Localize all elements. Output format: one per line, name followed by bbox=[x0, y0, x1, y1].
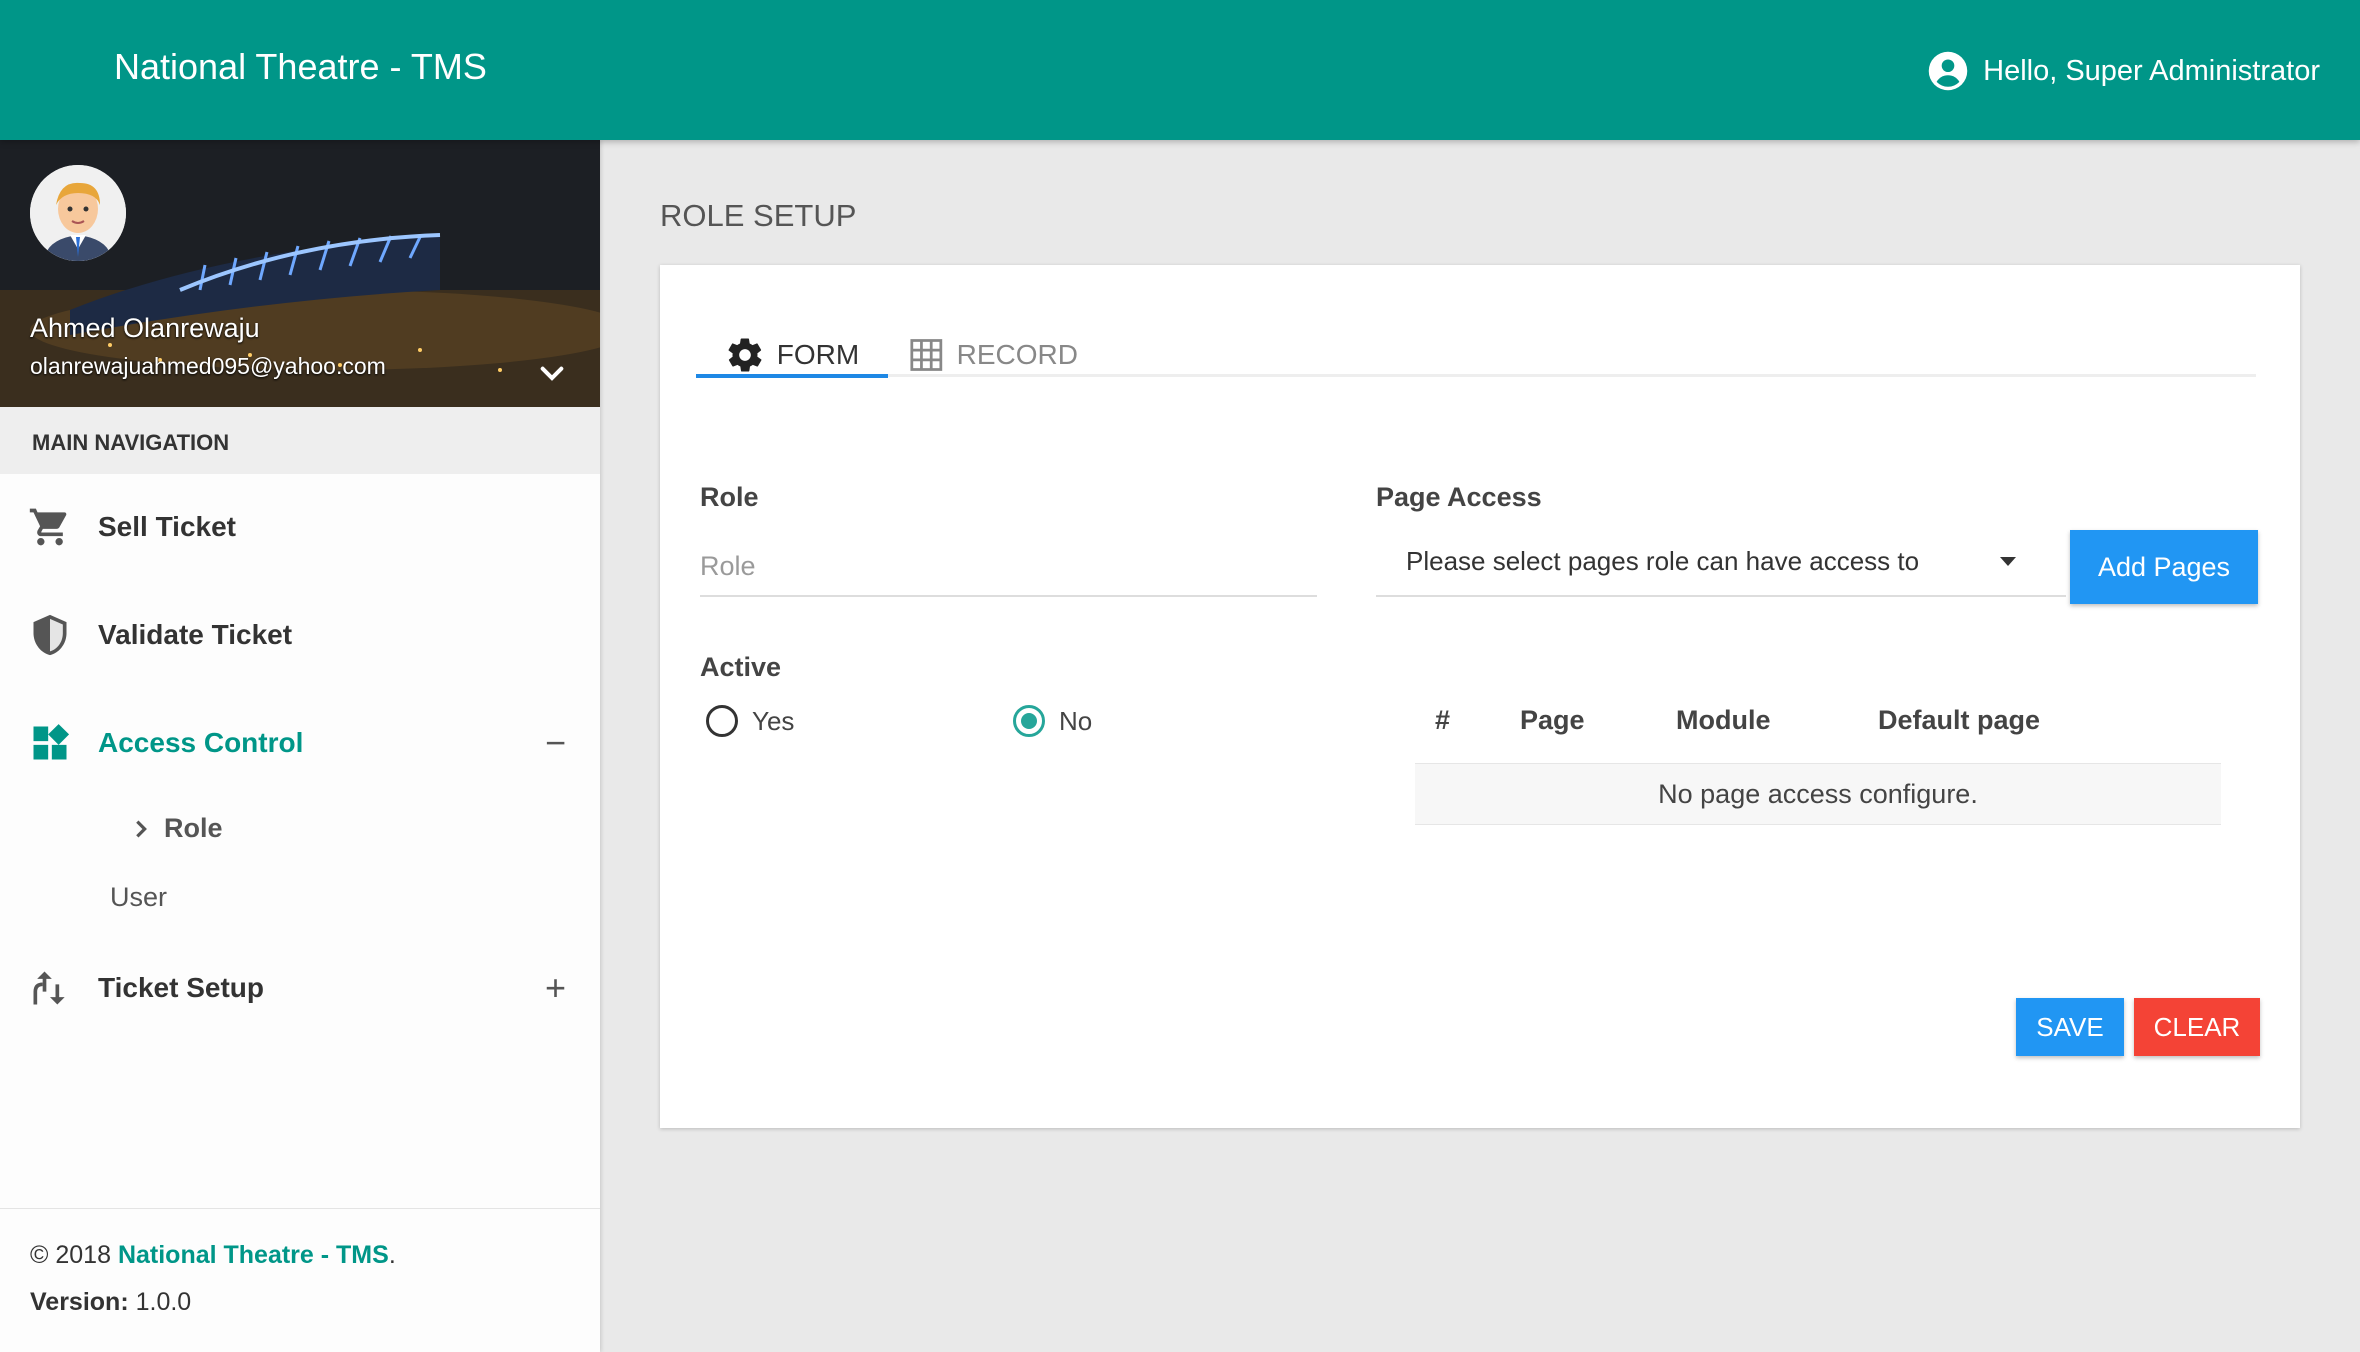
version-label: Version: bbox=[30, 1288, 129, 1316]
sidebar-footer: © 2018 National Theatre - TMS. Version: … bbox=[0, 1208, 600, 1352]
sidebar-item-ticket-setup[interactable]: Ticket Setup + bbox=[0, 958, 600, 1018]
tab-label: FORM bbox=[776, 339, 860, 370]
radio-circle bbox=[1013, 705, 1045, 737]
radio-label: No bbox=[1059, 705, 1093, 736]
add-pages-button[interactable]: Add Pages bbox=[2070, 530, 2258, 604]
sidebar-item-sell-ticket[interactable]: Sell Ticket bbox=[0, 497, 600, 557]
copyright-text: © 2018 bbox=[30, 1241, 118, 1269]
account-circle-icon bbox=[1928, 51, 1968, 91]
tab-label: RECORD bbox=[956, 339, 1078, 370]
gear-icon bbox=[728, 338, 762, 372]
chevron-right-icon bbox=[136, 820, 147, 837]
top-app-bar: National Theatre - TMS Hello, Super Admi… bbox=[0, 0, 2360, 140]
chevron-down-icon[interactable] bbox=[536, 358, 568, 390]
radio-label: Yes bbox=[752, 705, 795, 736]
profile-email: olanrewajuahmed095@yahoo.com bbox=[30, 353, 386, 379]
cart-icon bbox=[29, 508, 67, 546]
clear-button[interactable]: CLEAR bbox=[2134, 998, 2260, 1056]
role-input[interactable] bbox=[700, 537, 1317, 597]
sidebar-item-label: Sell Ticket bbox=[98, 511, 237, 542]
radio-circle bbox=[706, 705, 738, 737]
sidebar-subitem-user[interactable]: User bbox=[110, 882, 167, 913]
grid-icon bbox=[910, 339, 943, 371]
column-header-default-page: Default page bbox=[1878, 705, 2041, 735]
sidebar-item-label: Ticket Setup bbox=[98, 972, 264, 1003]
user-menu[interactable]: Hello, Super Administrator bbox=[1927, 50, 2320, 92]
footer-brand-link[interactable]: National Theatre - TMS bbox=[118, 1241, 389, 1269]
sidebar-item-access-control[interactable]: Access Control − bbox=[0, 713, 600, 773]
tab-record[interactable]: RECORD bbox=[908, 333, 1078, 377]
tab-bar: FORM RECORD bbox=[696, 333, 2256, 378]
active-label: Active bbox=[700, 652, 782, 682]
version-value: 1.0.0 bbox=[128, 1288, 192, 1316]
sidebar: Ahmed Olanrewaju olanrewajuahmed095@yaho… bbox=[0, 140, 600, 1352]
avatar-illustration bbox=[30, 165, 126, 261]
save-button[interactable]: SAVE bbox=[2016, 998, 2124, 1056]
caret-down-icon bbox=[2000, 557, 2016, 566]
active-tab-indicator bbox=[696, 374, 888, 378]
profile-name: Ahmed Olanrewaju bbox=[30, 313, 260, 343]
footer-dot: . bbox=[388, 1241, 396, 1269]
page-access-label: Page Access bbox=[1376, 482, 1542, 512]
sidebar-subitem-role[interactable]: Role bbox=[130, 813, 223, 844]
role-setup-card: FORM RECORD Role Active Yes No Page Acce… bbox=[660, 265, 2300, 1128]
widgets-icon bbox=[33, 724, 70, 760]
greeting-text: Hello, Super Administrator bbox=[1983, 54, 2320, 87]
select-value: Please select pages role can have access… bbox=[1406, 545, 1920, 576]
collapse-toggle[interactable]: − bbox=[545, 725, 566, 761]
page-access-select[interactable]: Please select pages role can have access… bbox=[1376, 527, 2066, 597]
avatar[interactable] bbox=[30, 165, 126, 261]
sidebar-item-label: Validate Ticket bbox=[98, 619, 293, 650]
sidebar-item-validate-ticket[interactable]: Validate Ticket bbox=[0, 605, 600, 665]
swap-icon bbox=[33, 971, 65, 1005]
column-header-module: Module bbox=[1676, 705, 1771, 735]
active-no-radio[interactable]: No bbox=[1013, 705, 1092, 737]
user-profile-banner: Ahmed Olanrewaju olanrewajuahmed095@yaho… bbox=[0, 140, 600, 407]
expand-toggle[interactable]: + bbox=[545, 970, 566, 1006]
nav-section-header: MAIN NAVIGATION bbox=[0, 407, 600, 474]
version-line: Version: 1.0.0 bbox=[30, 1288, 570, 1317]
table-empty-row: No page access configure. bbox=[1415, 763, 2221, 825]
sidebar-subitem-label: Role bbox=[164, 813, 223, 843]
page-title: ROLE SETUP bbox=[660, 198, 857, 233]
tab-form[interactable]: FORM bbox=[696, 333, 888, 377]
active-yes-radio[interactable]: Yes bbox=[706, 705, 794, 737]
column-header-number: # bbox=[1435, 705, 1451, 735]
sidebar-item-label: Access Control bbox=[98, 727, 304, 758]
role-label: Role bbox=[700, 482, 759, 512]
app-brand[interactable]: National Theatre - TMS bbox=[114, 46, 487, 88]
column-header-page: Page bbox=[1520, 705, 1585, 735]
copyright-line: © 2018 National Theatre - TMS. bbox=[30, 1241, 570, 1270]
shield-icon bbox=[33, 614, 67, 656]
